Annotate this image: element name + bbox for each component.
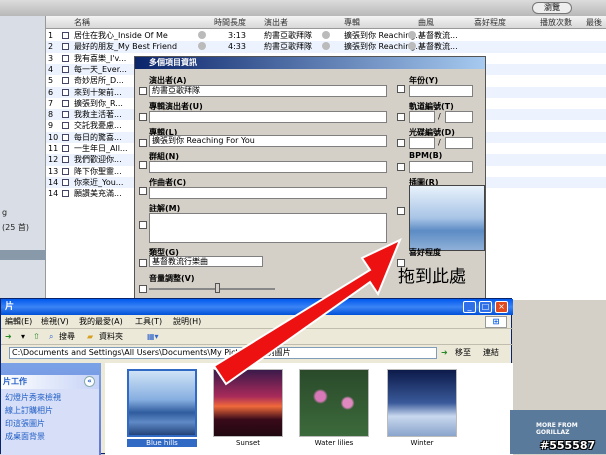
drag-hint-text: 拖到此處 [398,267,466,287]
watermark: #555587 [540,439,596,452]
drag-arrow [212,237,402,386]
drag-arrow-icon [212,237,402,386]
